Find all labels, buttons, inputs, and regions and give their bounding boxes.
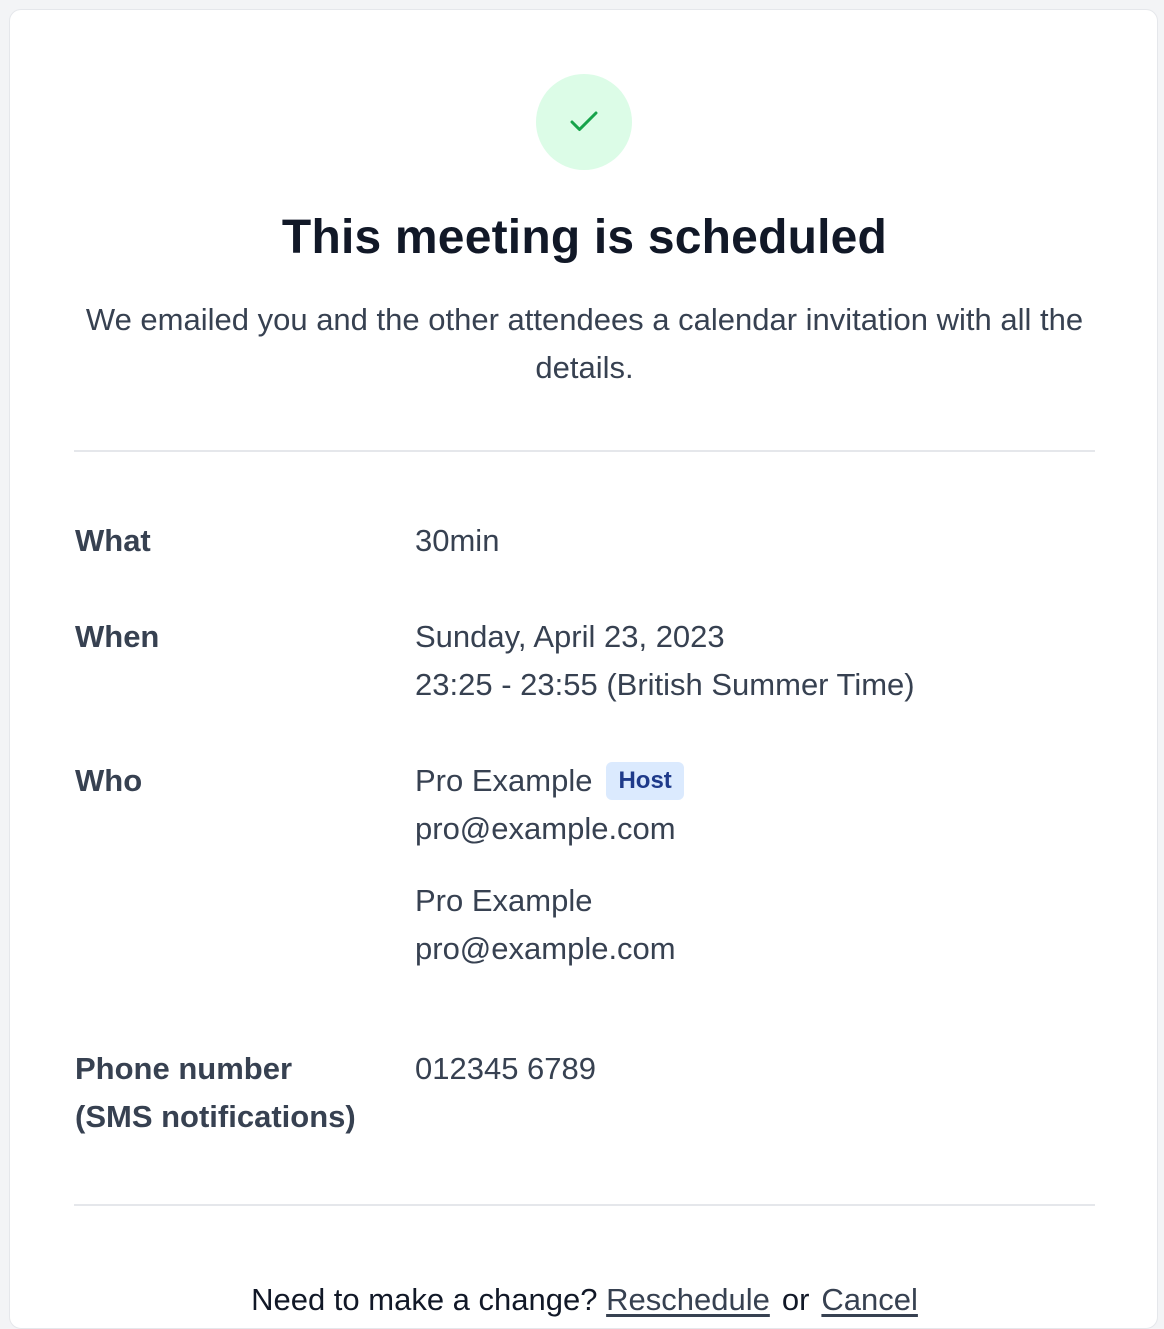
check-icon: [570, 111, 598, 131]
phone-label-line2: (SMS notifications): [75, 1099, 356, 1134]
attendee-email: pro@example.com: [415, 811, 676, 846]
divider-bottom: [74, 1204, 1095, 1206]
when-label: When: [75, 619, 160, 654]
when-date: Sunday, April 23, 2023: [415, 619, 725, 654]
phone-label-line1: Phone number: [75, 1051, 293, 1086]
who-label: Who: [75, 763, 143, 798]
phone-value: 012345 6789: [415, 1051, 597, 1086]
change-footer: Need to make a change? Reschedule or Cance…: [10, 1276, 1159, 1324]
when-time: 23:25 - 23:55 (British Summer Time): [415, 667, 915, 702]
page-subtitle: We emailed you and the other attendees a…: [85, 302, 1084, 385]
page-title: This meeting is scheduled: [281, 211, 888, 264]
attendee-name: Pro Example: [415, 883, 593, 918]
phone-label: Phone number (SMS notifications): [75, 1045, 356, 1141]
what-label: What: [75, 523, 151, 558]
attendee-name: Pro Example Host: [415, 757, 684, 805]
host-badge: Host: [606, 762, 684, 800]
attendee-name-text: Pro Example: [415, 763, 593, 798]
attendee-email: pro@example.com: [415, 931, 676, 966]
success-icon-circle: [536, 74, 632, 170]
what-value: 30min: [415, 523, 500, 558]
divider-top: [74, 450, 1095, 452]
booking-success-card: This meeting is scheduled We emailed you…: [9, 9, 1158, 1329]
